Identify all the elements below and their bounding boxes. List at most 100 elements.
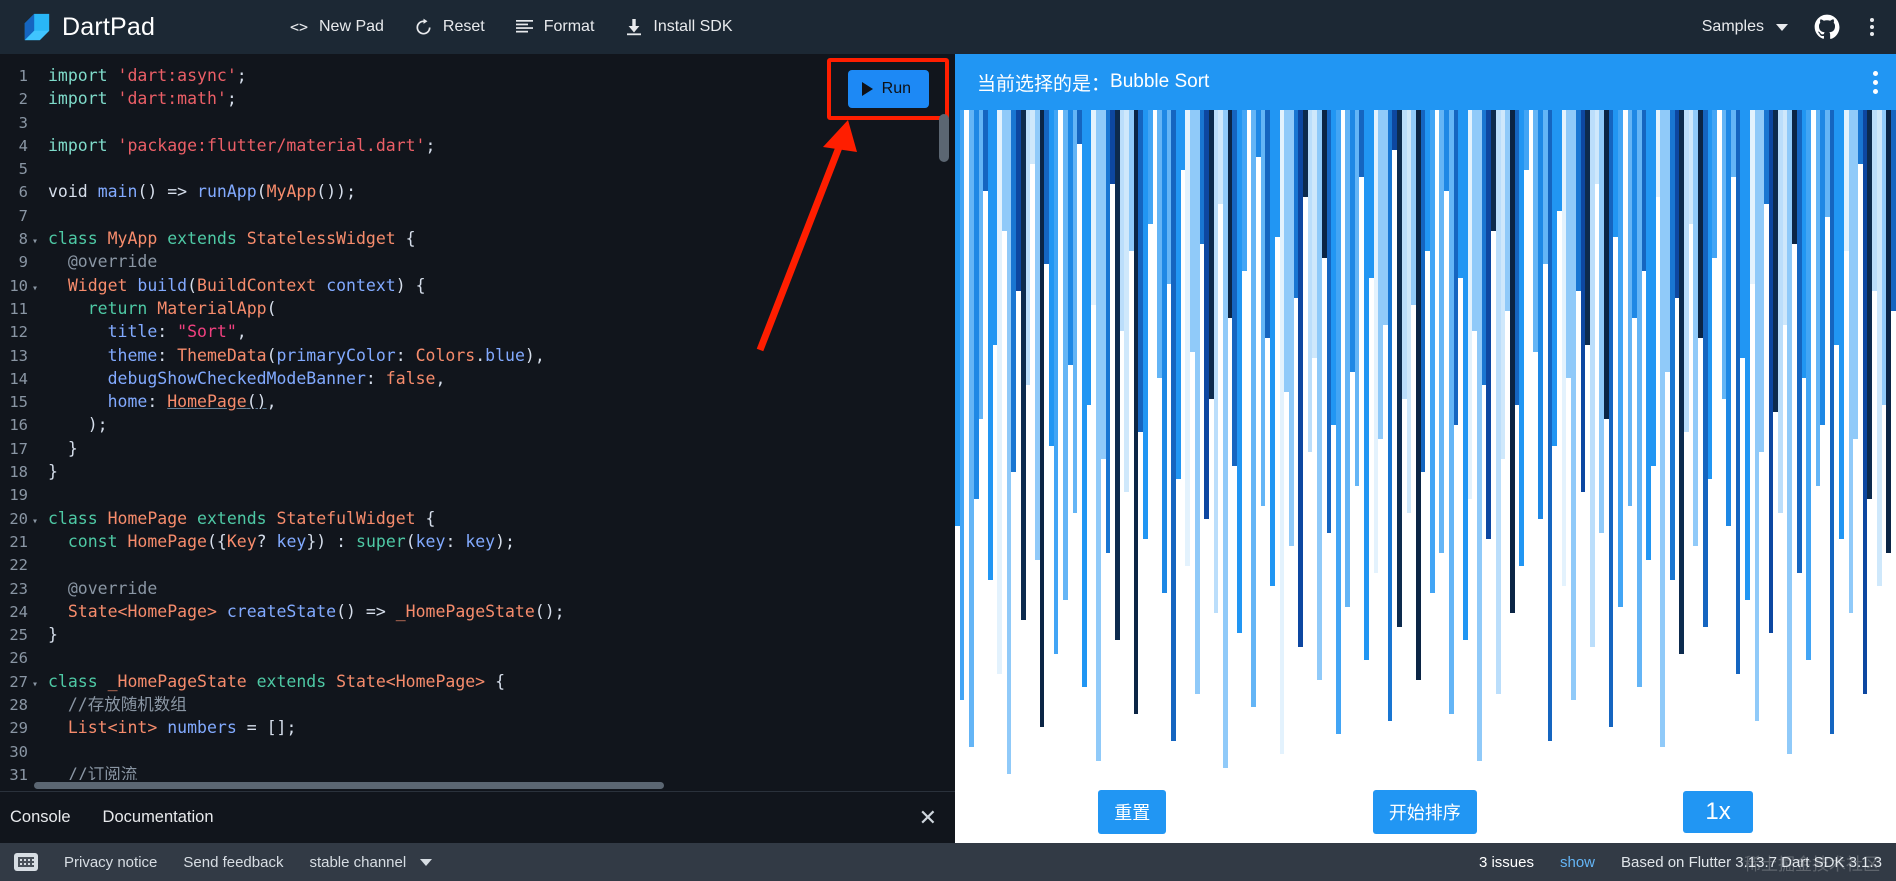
sort-visualization: [955, 110, 1896, 781]
line-number: 19: [0, 484, 28, 507]
samples-dropdown[interactable]: Samples: [1702, 18, 1788, 36]
kebab-menu-icon[interactable]: [1869, 67, 1882, 98]
flutter-controls: 重置 开始排序 1x: [955, 781, 1896, 843]
code-line: 5: [0, 157, 955, 180]
brand-name: DartPad: [62, 13, 155, 42]
line-number: 2: [0, 88, 28, 111]
code-line: 28 //存放随机数组: [0, 693, 955, 716]
editor-horizontal-scrollbar[interactable]: [0, 780, 955, 791]
bar: [1388, 110, 1393, 721]
format-button[interactable]: Format: [515, 17, 595, 37]
code-line: 31 //订阅流: [0, 763, 955, 780]
code-line: 9 @override: [0, 250, 955, 273]
install-sdk-button[interactable]: Install SDK: [624, 17, 732, 37]
code-text: import 'dart:math';: [42, 87, 237, 110]
github-icon[interactable]: [1814, 14, 1840, 40]
line-number: 15: [0, 391, 28, 414]
status-bar: Privacy notice Send feedback stable chan…: [0, 843, 1896, 881]
fold-toggle-icon[interactable]: ▾: [28, 673, 42, 696]
svg-text:<>: <>: [290, 19, 308, 35]
code-text: [42, 553, 58, 576]
keyboard-icon[interactable]: [14, 853, 38, 871]
flutter-appbar: 当前选择的是： Bubble Sort: [955, 54, 1896, 110]
app-header: DartPad <> New Pad Reset: [0, 0, 1896, 54]
code-text: title: "Sort",: [42, 320, 247, 343]
fold-toggle-icon[interactable]: ▾: [28, 277, 42, 300]
code-editor[interactable]: 1import 'dart:async';2import 'dart:math'…: [0, 54, 955, 780]
bar: [1519, 110, 1524, 566]
channel-label: stable channel: [309, 854, 406, 871]
run-label: Run: [882, 80, 911, 98]
tab-console[interactable]: Console: [10, 808, 71, 827]
tab-documentation[interactable]: Documentation: [103, 808, 214, 827]
speed-button[interactable]: 1x: [1683, 791, 1752, 833]
code-text: return MaterialApp(: [42, 297, 277, 320]
bar: [1251, 110, 1256, 707]
reset-button[interactable]: Reset: [414, 17, 485, 37]
code-text: [42, 157, 58, 180]
code-text: @override: [42, 250, 157, 273]
reset-label: Reset: [443, 18, 485, 36]
code-text: [42, 740, 58, 763]
issues-count: 3 issues: [1479, 854, 1534, 871]
fold-toggle-icon[interactable]: ▾: [28, 230, 42, 253]
line-number: 9: [0, 251, 28, 274]
code-text: //订阅流: [42, 763, 137, 780]
editor-vertical-scrollbar[interactable]: [939, 114, 949, 162]
download-icon: [624, 17, 644, 37]
code-text: home: HomePage(),: [42, 390, 277, 413]
scrollbar-thumb[interactable]: [34, 782, 664, 789]
channel-dropdown[interactable]: stable channel: [309, 854, 432, 871]
code-line: 4import 'package:flutter/material.dart';: [0, 134, 955, 157]
line-number: 7: [0, 205, 28, 228]
code-line: 19: [0, 483, 955, 506]
code-line: 20▾class HomePage extends StatefulWidget…: [0, 507, 955, 530]
bar: [1891, 110, 1896, 311]
bar-chart: [955, 110, 1896, 781]
output-title-prefix: 当前选择的是：: [977, 69, 1110, 96]
line-number: 24: [0, 601, 28, 624]
show-issues-link[interactable]: show: [1560, 854, 1595, 871]
code-line: 11 return MaterialApp(: [0, 297, 955, 320]
code-line: 29 List<int> numbers = [];: [0, 716, 955, 739]
send-feedback-link[interactable]: Send feedback: [183, 854, 283, 871]
close-icon[interactable]: ✕: [919, 807, 937, 829]
line-number: 30: [0, 741, 28, 764]
new-pad-label: New Pad: [319, 18, 384, 36]
main-body: 1import 'dart:async';2import 'dart:math'…: [0, 54, 1896, 843]
code-text: class _HomePageState extends State<HomeP…: [42, 670, 505, 693]
play-icon: [862, 82, 873, 96]
line-number: 8: [0, 228, 28, 251]
code-text: }: [42, 623, 58, 646]
dart-logo-icon: [22, 11, 52, 43]
code-line: 15 home: HomePage(),: [0, 390, 955, 413]
line-number: 28: [0, 694, 28, 717]
install-sdk-label: Install SDK: [653, 18, 732, 36]
code-text: debugShowCheckedModeBanner: false,: [42, 367, 445, 390]
new-pad-button[interactable]: <> New Pad: [290, 17, 384, 37]
start-sort-button[interactable]: 开始排序: [1373, 790, 1477, 834]
line-number: 11: [0, 298, 28, 321]
code-line: 27▾class _HomePageState extends State<Ho…: [0, 670, 955, 693]
line-number: 10: [0, 275, 28, 298]
line-number: 13: [0, 345, 28, 368]
watermark: 稀土掘金技术社区: [1744, 850, 1880, 875]
line-number: 5: [0, 158, 28, 181]
format-label: Format: [544, 18, 595, 36]
code-line: 17 }: [0, 437, 955, 460]
status-right: 3 issues show Based on Flutter 3.13.7 Da…: [1479, 854, 1882, 871]
run-button[interactable]: Run: [848, 70, 929, 108]
line-number: 12: [0, 321, 28, 344]
reset-button[interactable]: 重置: [1098, 790, 1166, 834]
header-right: Samples: [1702, 14, 1896, 40]
fold-toggle-icon[interactable]: ▾: [28, 510, 42, 533]
line-number: 29: [0, 717, 28, 740]
watermark-text: 稀土掘金技术社区: [1744, 855, 1880, 874]
code-line: 12 title: "Sort",: [0, 320, 955, 343]
code-text: [42, 646, 58, 669]
privacy-notice-link[interactable]: Privacy notice: [64, 854, 157, 871]
line-number: 27: [0, 671, 28, 694]
line-number: 18: [0, 461, 28, 484]
code-lines: 1import 'dart:async';2import 'dart:math'…: [0, 54, 955, 780]
kebab-menu-icon[interactable]: [1866, 14, 1878, 40]
